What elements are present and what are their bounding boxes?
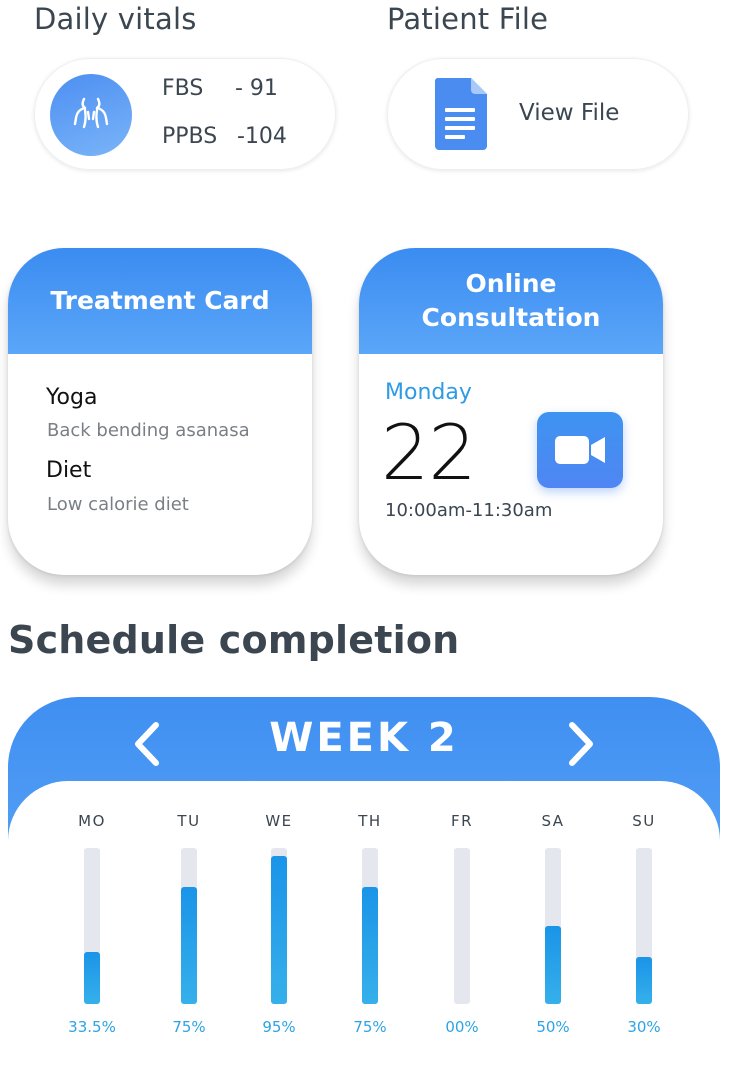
completion-bar-fr [454, 848, 470, 1004]
completion-bar-fill [636, 957, 652, 1004]
daily-vitals-title: Daily vitals [34, 2, 197, 36]
day-label-mo: MO [78, 812, 106, 830]
document-icon [433, 78, 489, 150]
completion-bar-th [362, 848, 378, 1004]
ppbs-value: -104 [237, 124, 287, 149]
completion-bar-sa [545, 848, 561, 1004]
treatment-item-yoga: Yoga [46, 385, 98, 410]
consultation-time: 10:00am-11:30am [385, 500, 553, 521]
completion-bar-fill [545, 926, 561, 1004]
patient-file-title: Patient File [387, 2, 549, 36]
day-label-su: SU [632, 812, 656, 830]
completion-percent-su: 30% [627, 1018, 661, 1036]
treatment-item-diet: Diet [46, 458, 92, 483]
view-file-link[interactable]: View File [519, 100, 619, 126]
treatment-item-diet-detail: Low calorie diet [47, 494, 189, 515]
treatment-item-yoga-detail: Back bending asanasa [47, 420, 250, 441]
completion-bar-mo [84, 848, 100, 1004]
day-label-we: WE [265, 812, 293, 830]
consultation-date: 22 [381, 408, 477, 497]
completion-bar-fill [271, 856, 287, 1004]
patient-file-card[interactable]: View File [387, 58, 689, 170]
consultation-header: Online Consultation [359, 248, 663, 354]
day-label-sa: SA [541, 812, 565, 830]
fbs-value: - 91 [235, 76, 278, 101]
day-label-fr: FR [450, 812, 474, 830]
fbs-label: FBS [162, 76, 204, 101]
completion-percent-tu: 75% [172, 1018, 206, 1036]
schedule-completion-title: Schedule completion [8, 618, 460, 662]
completion-bar-fill [362, 887, 378, 1004]
treatment-card-header: Treatment Card [8, 248, 312, 354]
completion-percent-we: 95% [262, 1018, 296, 1036]
chevron-right-icon[interactable] [564, 719, 600, 769]
consultation-day: Monday [385, 380, 472, 405]
completion-percent-sa: 50% [536, 1018, 570, 1036]
online-consultation-card[interactable]: Online Consultation Monday 22 10:00am-11… [359, 248, 663, 575]
consultation-title-line1: Online [465, 269, 557, 298]
ppbs-label: PPBS [162, 124, 218, 149]
completion-bar-fill [84, 952, 100, 1004]
join-video-call-button[interactable] [537, 412, 623, 488]
completion-percent-th: 75% [353, 1018, 387, 1036]
completion-bar-fill [181, 887, 197, 1004]
completion-percent-fr: 00% [445, 1018, 479, 1036]
day-label-tu: TU [177, 812, 201, 830]
completion-bar-we [271, 848, 287, 1004]
week-label: WEEK 2 [269, 715, 459, 761]
treatment-card[interactable]: Treatment Card Yoga Back bending asanasa… [8, 248, 312, 575]
completion-bar-su [636, 848, 652, 1004]
daily-vitals-card[interactable]: FBS - 91 PPBS -104 [34, 58, 336, 170]
consultation-title-line2: Consultation [421, 303, 601, 332]
completion-bar-tu [181, 848, 197, 1004]
day-label-th: TH [358, 812, 382, 830]
video-camera-icon [555, 436, 605, 464]
completion-percent-mo: 33.5% [68, 1018, 116, 1036]
body-icon [50, 74, 132, 156]
